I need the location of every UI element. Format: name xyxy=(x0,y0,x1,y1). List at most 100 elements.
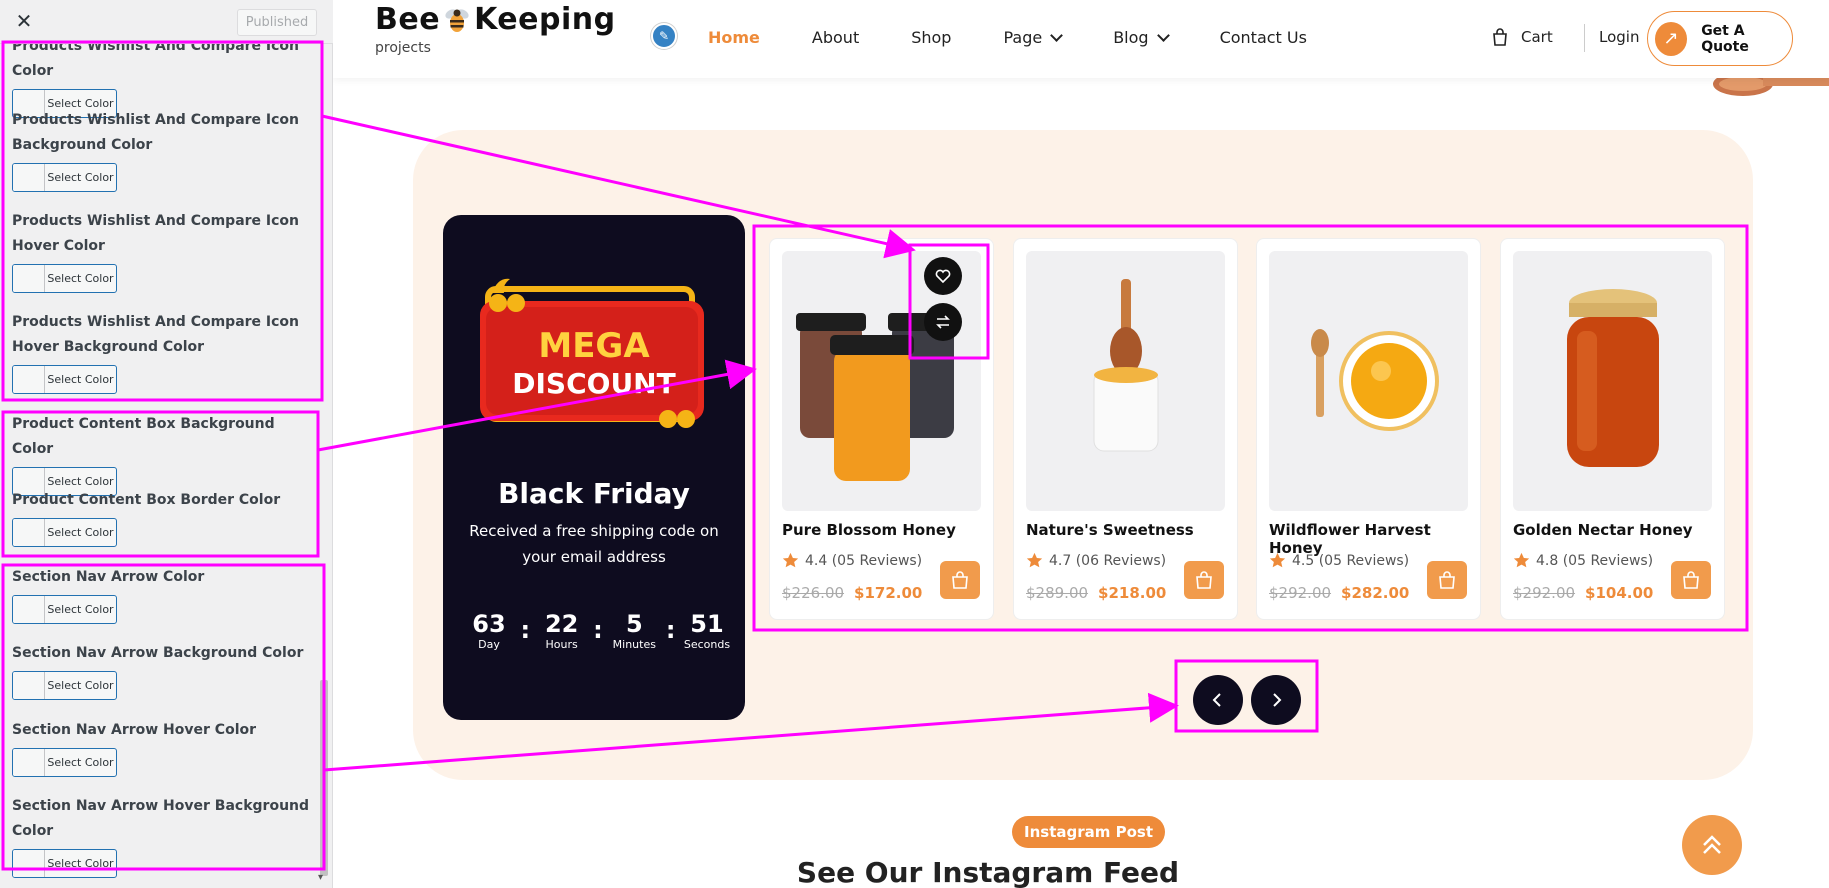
select-color-button[interactable]: Select Color xyxy=(12,671,117,700)
countdown-label: Minutes xyxy=(612,638,656,651)
nav-label: Contact Us xyxy=(1219,28,1307,47)
product-card[interactable]: Nature's Sweetness 4.7 (06 Reviews) $289… xyxy=(1013,238,1238,620)
countdown-days: 63 Day xyxy=(463,610,515,652)
get-quote-button[interactable]: ↗ Get A Quote xyxy=(1647,11,1793,66)
product-carousel: Pure Blossom Honey 4.4 (05 Reviews) $226… xyxy=(769,238,1769,620)
color-swatch xyxy=(13,366,45,393)
product-image[interactable] xyxy=(1026,251,1225,511)
add-to-cart-button[interactable] xyxy=(1427,561,1467,599)
login-link[interactable]: Login xyxy=(1599,28,1639,46)
site-header: Bee Keeping projects ✎ Home About Shop P… xyxy=(333,0,1829,78)
carousel-nav xyxy=(1193,675,1309,725)
product-price: $289.00 $218.00 xyxy=(1026,584,1166,602)
customizer-controls[interactable]: Products Wishlist And Compare Icon Color… xyxy=(0,44,333,888)
control-nav-arrow-hover-bg-color: Section Nav Arrow Hover Background Color… xyxy=(12,794,312,878)
scroll-to-top-button[interactable] xyxy=(1682,815,1742,875)
countdown-value: 22 xyxy=(544,610,579,638)
published-button[interactable]: Published xyxy=(237,9,317,36)
control-label: Product Content Box Background Color xyxy=(12,416,275,457)
star-icon xyxy=(782,552,799,568)
add-to-cart-button[interactable] xyxy=(1184,561,1224,599)
select-color-label: Select Color xyxy=(47,272,114,285)
product-price: $226.00 $172.00 xyxy=(782,584,922,602)
select-color-label: Select Color xyxy=(47,679,114,692)
old-price: $289.00 xyxy=(1026,584,1089,602)
shopping-bag-icon xyxy=(1196,571,1212,589)
countdown-separator: : xyxy=(520,616,531,644)
control-wishlist-icon-bg-color: Products Wishlist And Compare Icon Backg… xyxy=(12,108,312,192)
new-price: $104.00 xyxy=(1585,584,1654,602)
color-swatch xyxy=(13,265,45,292)
site-preview: Bee Keeping projects ✎ Home About Shop P… xyxy=(333,0,1829,888)
carousel-next-button[interactable] xyxy=(1251,675,1301,725)
edit-shortcut-icon[interactable]: ✎ xyxy=(651,23,677,49)
nav-item-contact[interactable]: Contact Us xyxy=(1220,28,1307,47)
new-price: $172.00 xyxy=(854,584,923,602)
new-price: $218.00 xyxy=(1098,584,1167,602)
color-swatch xyxy=(13,164,45,191)
select-color-label: Select Color xyxy=(47,171,114,184)
cart-link[interactable]: Cart xyxy=(1491,28,1553,46)
nav-item-blog[interactable]: Blog xyxy=(1113,28,1170,47)
carousel-prev-button[interactable] xyxy=(1193,675,1243,725)
countdown-label: Seconds xyxy=(683,638,731,651)
color-swatch xyxy=(13,672,45,699)
control-label: Section Nav Arrow Background Color xyxy=(12,645,304,661)
close-icon[interactable]: ✕ xyxy=(12,9,36,33)
cart-label: Cart xyxy=(1521,28,1553,46)
wishlist-button[interactable] xyxy=(924,257,962,295)
add-to-cart-button[interactable] xyxy=(1671,561,1711,599)
product-card[interactable]: Wildflower Harvest Honey 4.5 (05 Reviews… xyxy=(1256,238,1481,620)
bee-icon xyxy=(445,8,469,32)
add-to-cart-button[interactable] xyxy=(940,561,980,599)
control-nav-arrow-color: Section Nav Arrow Color Select Color xyxy=(12,565,312,624)
color-swatch xyxy=(13,850,45,877)
product-name[interactable]: Nature's Sweetness xyxy=(1026,521,1194,539)
product-name[interactable]: Pure Blossom Honey xyxy=(782,521,956,539)
control-nav-arrow-bg-color: Section Nav Arrow Background Color Selec… xyxy=(12,641,312,700)
nav-label: Shop xyxy=(911,28,952,47)
product-card[interactable]: Pure Blossom Honey 4.4 (05 Reviews) $226… xyxy=(769,238,994,620)
honey-jar-image xyxy=(1567,289,1659,467)
product-name[interactable]: Golden Nectar Honey xyxy=(1513,521,1693,539)
main-nav: Home About Shop Page Blog Contact Us xyxy=(708,28,1359,47)
control-nav-arrow-hover-color: Section Nav Arrow Hover Color Select Col… xyxy=(12,718,312,777)
compare-button[interactable] xyxy=(924,303,962,341)
chevron-left-icon xyxy=(1212,693,1221,707)
select-color-button[interactable]: Select Color xyxy=(12,595,117,624)
countdown-separator: : xyxy=(665,616,676,644)
control-content-box-bg-color: Product Content Box Background Color Sel… xyxy=(12,412,312,496)
select-color-button[interactable]: Select Color xyxy=(12,748,117,777)
site-logo[interactable]: Bee Keeping projects xyxy=(375,2,616,56)
rating-text: 4.8 (05 Reviews) xyxy=(1536,552,1654,569)
nav-item-page[interactable]: Page xyxy=(1003,28,1064,47)
rating-text: 4.4 (05 Reviews) xyxy=(805,552,923,569)
select-color-button[interactable]: Select Color xyxy=(12,365,117,394)
countdown-minutes: 5 Minutes xyxy=(608,610,660,652)
nav-item-shop[interactable]: Shop xyxy=(911,28,951,47)
select-color-button[interactable]: Select Color xyxy=(12,163,117,192)
select-color-button[interactable]: Select Color xyxy=(12,518,117,547)
product-card[interactable]: Golden Nectar Honey 4.8 (05 Reviews) $29… xyxy=(1500,238,1725,620)
badge-line1: MEGA xyxy=(538,326,650,366)
product-image[interactable] xyxy=(1513,251,1712,511)
nav-item-home[interactable]: Home xyxy=(708,28,760,47)
nav-label: Blog xyxy=(1113,28,1149,47)
color-swatch xyxy=(13,749,45,776)
product-price: $292.00 $104.00 xyxy=(1513,584,1653,602)
logo-wordmark: Bee Keeping xyxy=(375,2,616,37)
control-label: Section Nav Arrow Color xyxy=(12,569,205,585)
product-image[interactable] xyxy=(1269,251,1468,511)
select-color-label: Select Color xyxy=(47,373,114,386)
control-wishlist-icon-color: Products Wishlist And Compare Icon Color… xyxy=(12,44,312,118)
control-label: Products Wishlist And Compare Icon Backg… xyxy=(12,112,300,153)
select-color-button[interactable]: Select Color xyxy=(12,264,117,293)
select-color-button[interactable]: Select Color xyxy=(12,849,117,878)
countdown-value: 51 xyxy=(690,610,724,638)
shopping-bag-icon xyxy=(1439,571,1455,589)
nav-item-about[interactable]: About xyxy=(812,28,859,47)
customizer-scrollbar[interactable] xyxy=(320,680,328,876)
control-label: Section Nav Arrow Hover Color xyxy=(12,722,257,738)
scroll-down-icon[interactable]: ▾ xyxy=(318,872,323,883)
star-icon xyxy=(1513,552,1530,568)
